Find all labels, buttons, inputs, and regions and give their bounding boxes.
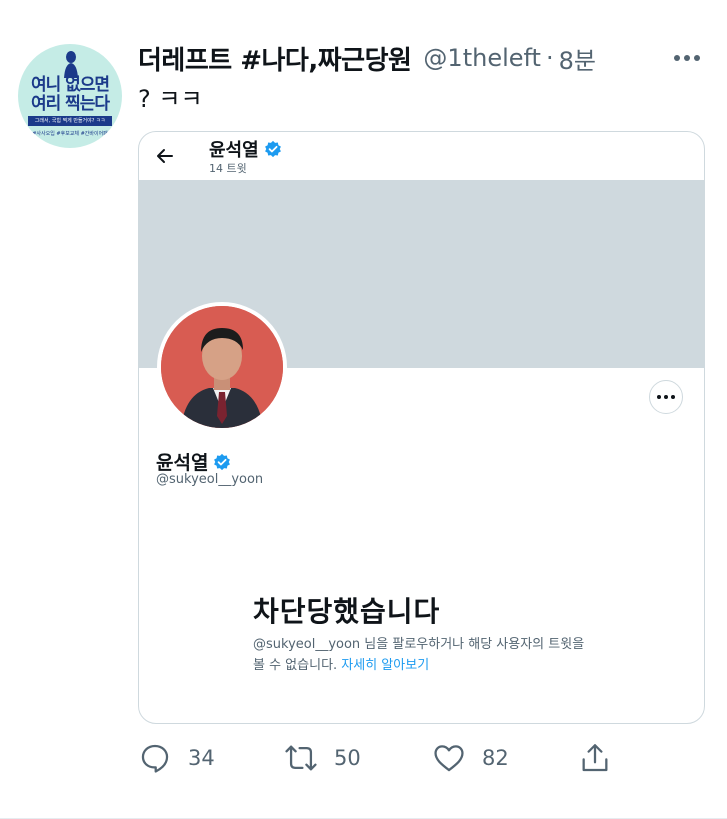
card-header: 윤석열 14 트윗 <box>139 132 704 180</box>
person-portrait-icon <box>161 306 283 428</box>
avatar-hashtags: #사사오입 #후보교체 #간바이어패 <box>32 131 108 137</box>
like-button[interactable]: 82 <box>432 738 509 778</box>
learn-more-link[interactable]: 자세히 알아보기 <box>341 658 429 673</box>
back-arrow-icon <box>157 149 173 163</box>
reply-icon <box>141 744 169 773</box>
profile-name: 윤석열 <box>156 452 209 474</box>
figure-icon <box>64 51 78 78</box>
share-button[interactable] <box>578 738 612 778</box>
retweet-button[interactable]: 50 <box>284 738 361 778</box>
verified-badge-icon <box>214 453 231 470</box>
profile-more-button[interactable] <box>649 380 683 414</box>
tweet-header: 더레프트 #나다,짜근당원 @1theleft · 8분 <box>138 40 596 76</box>
more-dot-icon <box>664 395 668 399</box>
card-header-name-row: 윤석열 <box>209 136 282 162</box>
more-dot-icon <box>671 395 675 399</box>
retweet-count: 50 <box>334 746 361 770</box>
more-dot-icon <box>657 395 661 399</box>
profile-name-row: 윤석열 <box>156 448 231 475</box>
tweet-timestamp[interactable]: 8분 <box>559 41 596 76</box>
share-icon <box>582 744 608 772</box>
author-display-name[interactable]: 더레프트 #나다,짜근당원 <box>138 40 412 77</box>
more-dot-icon <box>674 55 680 61</box>
avatar-text-line2: 여리 찍는다 <box>30 94 110 114</box>
more-options-button[interactable] <box>664 40 710 76</box>
author-avatar[interactable]: 여니 없으면 여리 찍는다 그래서, 국힘 찍게 만들거야? ㅋㅋ #사사오입 … <box>18 44 122 148</box>
reply-button[interactable]: 34 <box>138 738 215 778</box>
retweet-icon <box>285 745 317 771</box>
reply-count: 34 <box>188 746 215 770</box>
avatar-caption: 그래서, 국힘 찍게 만들거야? ㅋㅋ <box>28 116 112 126</box>
card-tweet-count: 14 트윗 <box>209 162 247 175</box>
verified-badge-icon <box>264 140 281 158</box>
heart-icon <box>434 745 464 772</box>
avatar-text-line1: 여니 없으면 <box>30 75 110 95</box>
tweet[interactable]: 여니 없으면 여리 찍는다 그래서, 국힘 찍게 만들거야? ㅋㅋ #사사오입 … <box>0 0 727 819</box>
blocked-title: 차단당했습니다 <box>253 595 441 628</box>
card-header-name: 윤석열 <box>209 140 259 161</box>
blocked-description: @sukyeol__yoon 님을 팔로우하거나 해당 사용자의 트윗을 볼 수… <box>253 634 593 676</box>
profile-handle: @sukyeol__yoon <box>156 472 264 487</box>
more-dot-icon <box>684 55 690 61</box>
more-dot-icon <box>694 55 700 61</box>
embedded-profile-screenshot[interactable]: 윤석열 14 트윗 윤석열 @sukyeol__yoon 차단당했습니다 @su… <box>138 131 705 724</box>
author-handle[interactable]: @1theleft <box>423 44 541 72</box>
tweet-text: ? ㅋㅋ <box>138 85 203 113</box>
like-count: 82 <box>482 746 509 770</box>
separator-dot: · <box>545 44 554 72</box>
tweet-actions: 34 50 82 <box>138 738 618 778</box>
profile-picture <box>157 302 287 432</box>
